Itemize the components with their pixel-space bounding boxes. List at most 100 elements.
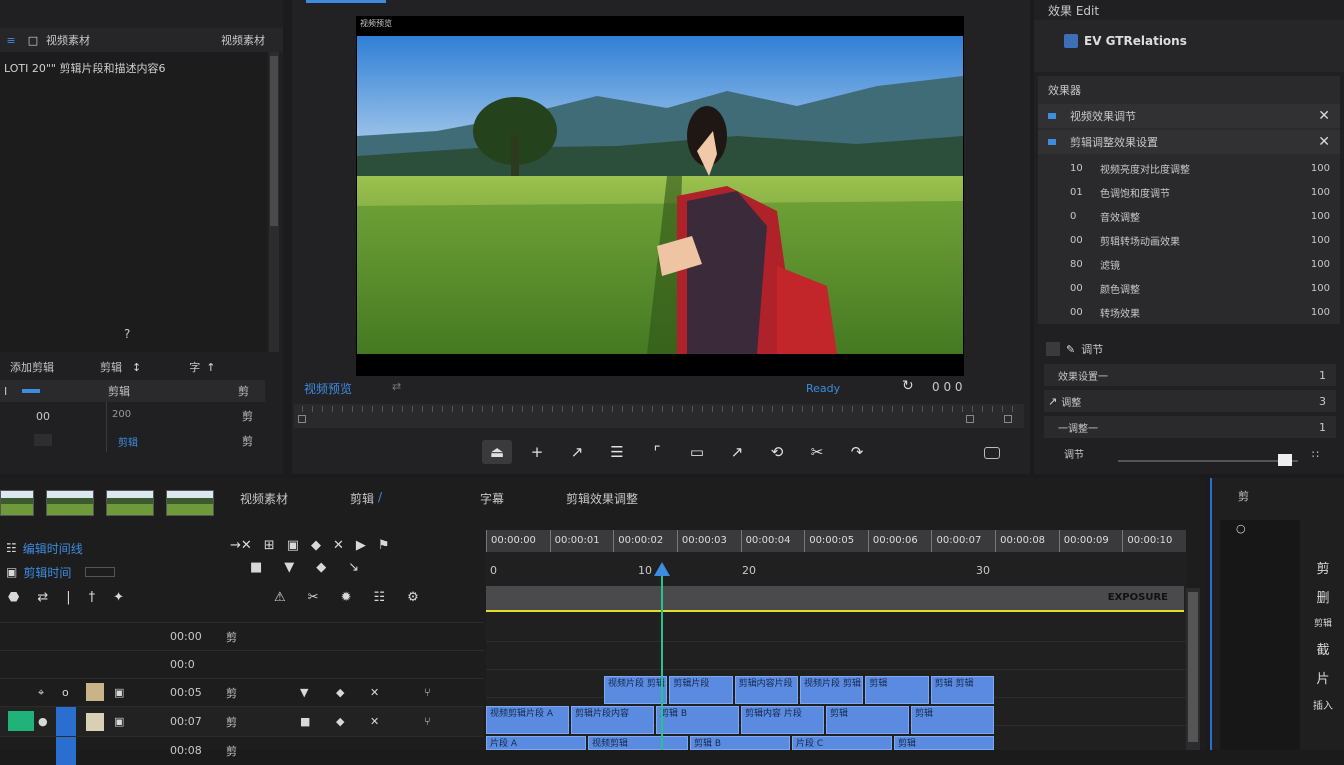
scissors-icon[interactable]: ✂ xyxy=(308,590,319,605)
arrow-icon[interactable]: ↗ xyxy=(562,440,592,464)
link-icon[interactable]: ⇄ xyxy=(392,380,401,393)
preview-scrubber-end-icon[interactable] xyxy=(966,415,974,423)
adjust-item[interactable]: 一调整一 1 xyxy=(1044,416,1336,438)
timeline-tab[interactable]: 剪辑 xyxy=(350,490,374,507)
timeline-ruler[interactable]: 00:00:00 00:00:01 00:00:02 00:00:03 00:00:04… xyxy=(486,530,1186,552)
timeline-clip[interactable]: 剪辑 B xyxy=(690,736,790,750)
tag-icon[interactable]: ◆ xyxy=(316,560,326,575)
media-scrollbar-thumb[interactable] xyxy=(270,56,278,226)
track-row[interactable]: ⌖ o ▣ 00:05 剪 ▼ ◆ ✕ ⑂ xyxy=(0,678,484,706)
capture-tool-icon[interactable]: 截 xyxy=(1316,639,1329,658)
adjust-slider[interactable] xyxy=(1118,460,1298,462)
eject-icon[interactable]: ⏏ xyxy=(482,440,512,464)
preview-frame[interactable]: 视频预览 xyxy=(356,16,964,376)
fork-icon[interactable]: ⑂ xyxy=(424,715,431,728)
lock-icon[interactable]: ⌖ xyxy=(38,686,44,700)
effects-list-item[interactable]: 80 滤镜 100 xyxy=(1038,252,1340,276)
trim-icon[interactable]: ↗ xyxy=(722,440,752,464)
x-icon[interactable]: ✕ xyxy=(370,715,379,728)
timeline-clip[interactable]: 剪辑片段内容 xyxy=(571,706,654,734)
add-icon[interactable]: + xyxy=(522,440,552,464)
media-toolbar-add[interactable]: 添加剪辑 xyxy=(10,359,54,375)
adjust-section-header[interactable]: ✎ 调节 xyxy=(1038,338,1340,360)
record-icon[interactable]: ■ xyxy=(250,560,262,575)
track-icon[interactable]: 剪 xyxy=(226,743,237,759)
sparkle-icon[interactable]: ✹ xyxy=(341,590,352,605)
snippet-tool-icon[interactable]: 片 xyxy=(1316,668,1329,687)
effects-list-item[interactable]: 0 音效调整 100 xyxy=(1038,204,1340,228)
timeline-clip[interactable]: 片段 C xyxy=(792,736,892,750)
track-row[interactable]: 00:0 xyxy=(0,650,484,678)
audio-icon[interactable]: ▣ xyxy=(114,686,124,699)
timeline-tab[interactable]: 视频素材 xyxy=(240,490,288,507)
preview-scrubber-end-icon[interactable] xyxy=(1004,415,1012,423)
timeline-clip[interactable]: 剪辑 xyxy=(826,706,909,734)
timeline-area[interactable]: 00:00:00 00:00:01 00:00:02 00:00:03 00:00:04… xyxy=(486,530,1186,750)
square-icon[interactable]: ■ xyxy=(300,715,310,728)
effects-list-item[interactable]: 01 色调饱和度调节 100 xyxy=(1038,180,1340,204)
effects-list-item[interactable]: 00 剪辑转场动画效果 100 xyxy=(1038,228,1340,252)
pin-icon[interactable]: † xyxy=(89,590,96,605)
track-icon[interactable]: 剪 xyxy=(226,714,237,730)
timeline-scrollbar[interactable] xyxy=(1186,588,1200,750)
diamond-icon[interactable]: ◆ xyxy=(336,686,344,699)
track-active-badge[interactable] xyxy=(8,711,34,731)
adjust-item[interactable]: 效果设置一 1 xyxy=(1044,364,1336,386)
track-icon[interactable]: 剪 xyxy=(226,629,237,645)
split-icon[interactable]: ✂ xyxy=(802,440,832,464)
timeline-clip[interactable]: 剪辑 B xyxy=(656,706,739,734)
clip-thumbnail[interactable] xyxy=(46,490,94,516)
media-toolbar-clip[interactable]: 剪辑 xyxy=(100,359,122,375)
handle-icon[interactable]: ∷ xyxy=(1312,448,1319,461)
trash-icon[interactable]: ▼ xyxy=(284,560,294,575)
monitor-icon[interactable]: ▭ xyxy=(682,440,712,464)
track-row[interactable]: 00:08 剪 xyxy=(0,736,484,765)
timeline-clip[interactable]: 剪辑 xyxy=(865,676,929,704)
effects-asset-row[interactable]: EV GTRelations xyxy=(1034,20,1344,72)
playhead-line[interactable] xyxy=(661,576,663,750)
cut-icon[interactable]: ✕ xyxy=(333,538,344,553)
timeline-clip[interactable]: 剪辑 剪辑 xyxy=(930,676,994,704)
link-icon[interactable]: ⇄ xyxy=(37,590,48,605)
timeline-clip[interactable]: 剪辑片段 xyxy=(669,676,733,704)
timeline-clip[interactable]: 视频剪辑 xyxy=(588,736,688,750)
marker-icon[interactable]: ▶ xyxy=(356,538,366,553)
effects-top-item[interactable]: 视频效果调节 ✕ xyxy=(1038,104,1340,128)
checkbox[interactable] xyxy=(1046,342,1060,356)
ripple-icon[interactable]: →✕ xyxy=(230,538,252,553)
circle-icon[interactable]: ○ xyxy=(1236,522,1246,535)
split-tool-icon[interactable]: 剪 xyxy=(1316,558,1329,577)
fork-icon[interactable]: ⑂ xyxy=(424,686,431,699)
effects-list-item[interactable]: 00 颜色调整 100 xyxy=(1038,276,1340,300)
settings-icon[interactable]: ⚙ xyxy=(407,590,419,605)
media-scrollbar[interactable] xyxy=(269,52,279,352)
down-icon[interactable]: ▼ xyxy=(300,686,308,699)
track-row[interactable]: 00:00 剪 xyxy=(0,622,484,650)
stack-icon[interactable]: ☰ xyxy=(602,440,632,464)
fullscreen-button[interactable] xyxy=(984,447,1000,459)
effects-list-item[interactable]: 10 视频亮度对比度调整 100 xyxy=(1038,156,1340,180)
timeline-clip[interactable]: 视频片段 剪辑 剪辑 xyxy=(604,676,668,704)
effects-top-item[interactable]: 剪辑调整效果设置 ✕ xyxy=(1038,130,1340,154)
x-icon[interactable]: ✕ xyxy=(370,686,379,699)
track-header-subtitle[interactable]: 剪辑时间 xyxy=(23,564,71,581)
eye-icon[interactable]: o xyxy=(62,686,69,699)
magnet-icon[interactable]: ◆ xyxy=(311,538,321,553)
grid-icon[interactable]: ⊞ xyxy=(264,538,275,553)
timeline-clip[interactable]: 剪辑 xyxy=(911,706,994,734)
flag-icon[interactable]: ⚑ xyxy=(378,538,390,553)
timeline-clip[interactable]: 视频片段 剪辑 xyxy=(800,676,864,704)
timeline-scrollbar-thumb[interactable] xyxy=(1188,592,1198,742)
audio-icon[interactable]: ▣ xyxy=(114,715,124,728)
preview-label-mid[interactable]: Ready xyxy=(806,382,840,395)
effects-list-item[interactable]: 00 转场效果 100 xyxy=(1038,300,1340,324)
clip-thumbnail[interactable] xyxy=(106,490,154,516)
loop-icon[interactable]: ↻ xyxy=(902,378,914,394)
zoom-icon[interactable]: ↘ xyxy=(348,560,359,575)
playhead-handle[interactable] xyxy=(654,562,670,576)
layers-icon[interactable]: ☷ xyxy=(373,590,385,605)
timeline-clip[interactable]: 剪辑内容 片段 xyxy=(741,706,824,734)
close-icon[interactable]: ✕ xyxy=(1318,134,1330,150)
delete-tool-icon[interactable]: 删 xyxy=(1316,587,1329,606)
track-header-title[interactable]: 编辑时间线 xyxy=(23,540,83,557)
